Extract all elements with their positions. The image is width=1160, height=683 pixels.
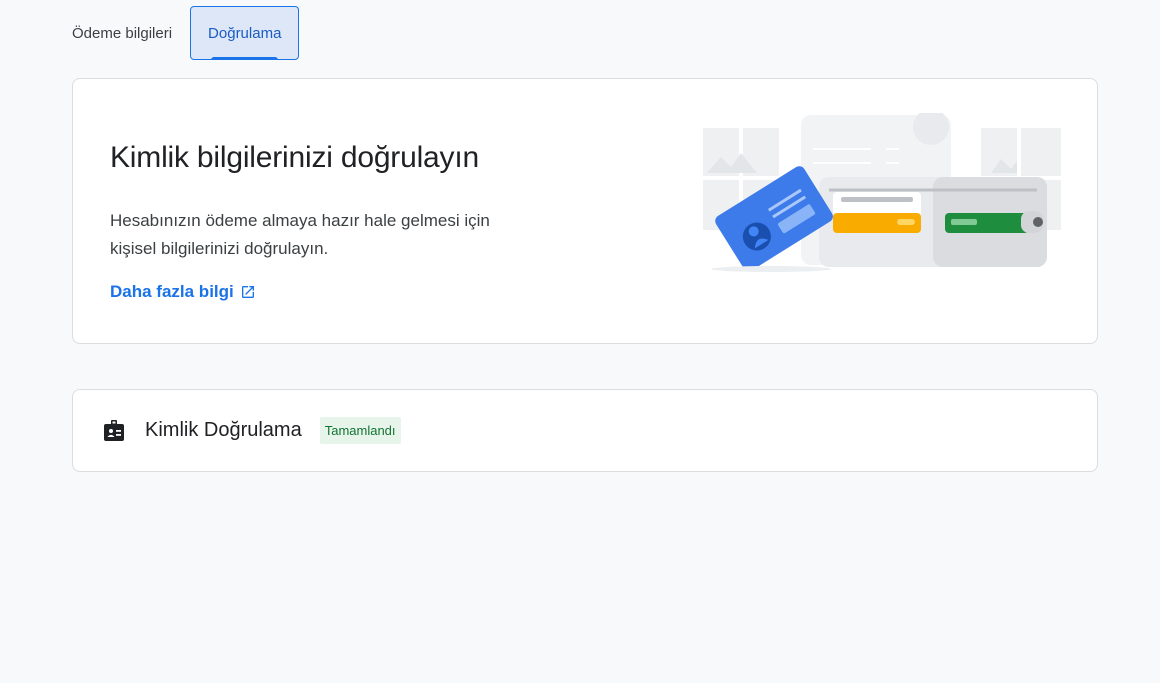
identity-verification-status-card[interactable]: Kimlik Doğrulama Tamamlandı — [72, 389, 1098, 472]
badge-id-icon — [101, 418, 127, 444]
verification-info-card: Kimlik bilgilerinizi doğrulayın Hesabını… — [72, 78, 1098, 344]
open-in-new-icon — [241, 286, 254, 298]
id-card-and-wallet-illustration — [703, 113, 1061, 272]
learn-more-link[interactable]: Daha fazla bilgi — [110, 282, 256, 302]
active-tab-indicator — [211, 57, 279, 60]
tab-bar: Ödeme bilgileri Doğrulama — [72, 6, 300, 60]
page-title: Kimlik bilgilerinizi doğrulayın — [110, 141, 479, 174]
tab-odeme-bilgileri[interactable]: Ödeme bilgileri — [72, 6, 190, 60]
status-badge: Tamamlandı — [319, 417, 401, 444]
status-label: Kimlik Doğrulama — [145, 419, 302, 441]
hero-description: Hesabınızın ödeme almaya hazır hale gelm… — [110, 211, 490, 258]
tab-dogrulama[interactable]: Doğrulama — [190, 6, 300, 60]
learn-more-label: Daha fazla bilgi — [110, 282, 234, 301]
tab-label: Ödeme bilgileri — [72, 24, 173, 42]
tab-label: Doğrulama — [208, 24, 282, 42]
